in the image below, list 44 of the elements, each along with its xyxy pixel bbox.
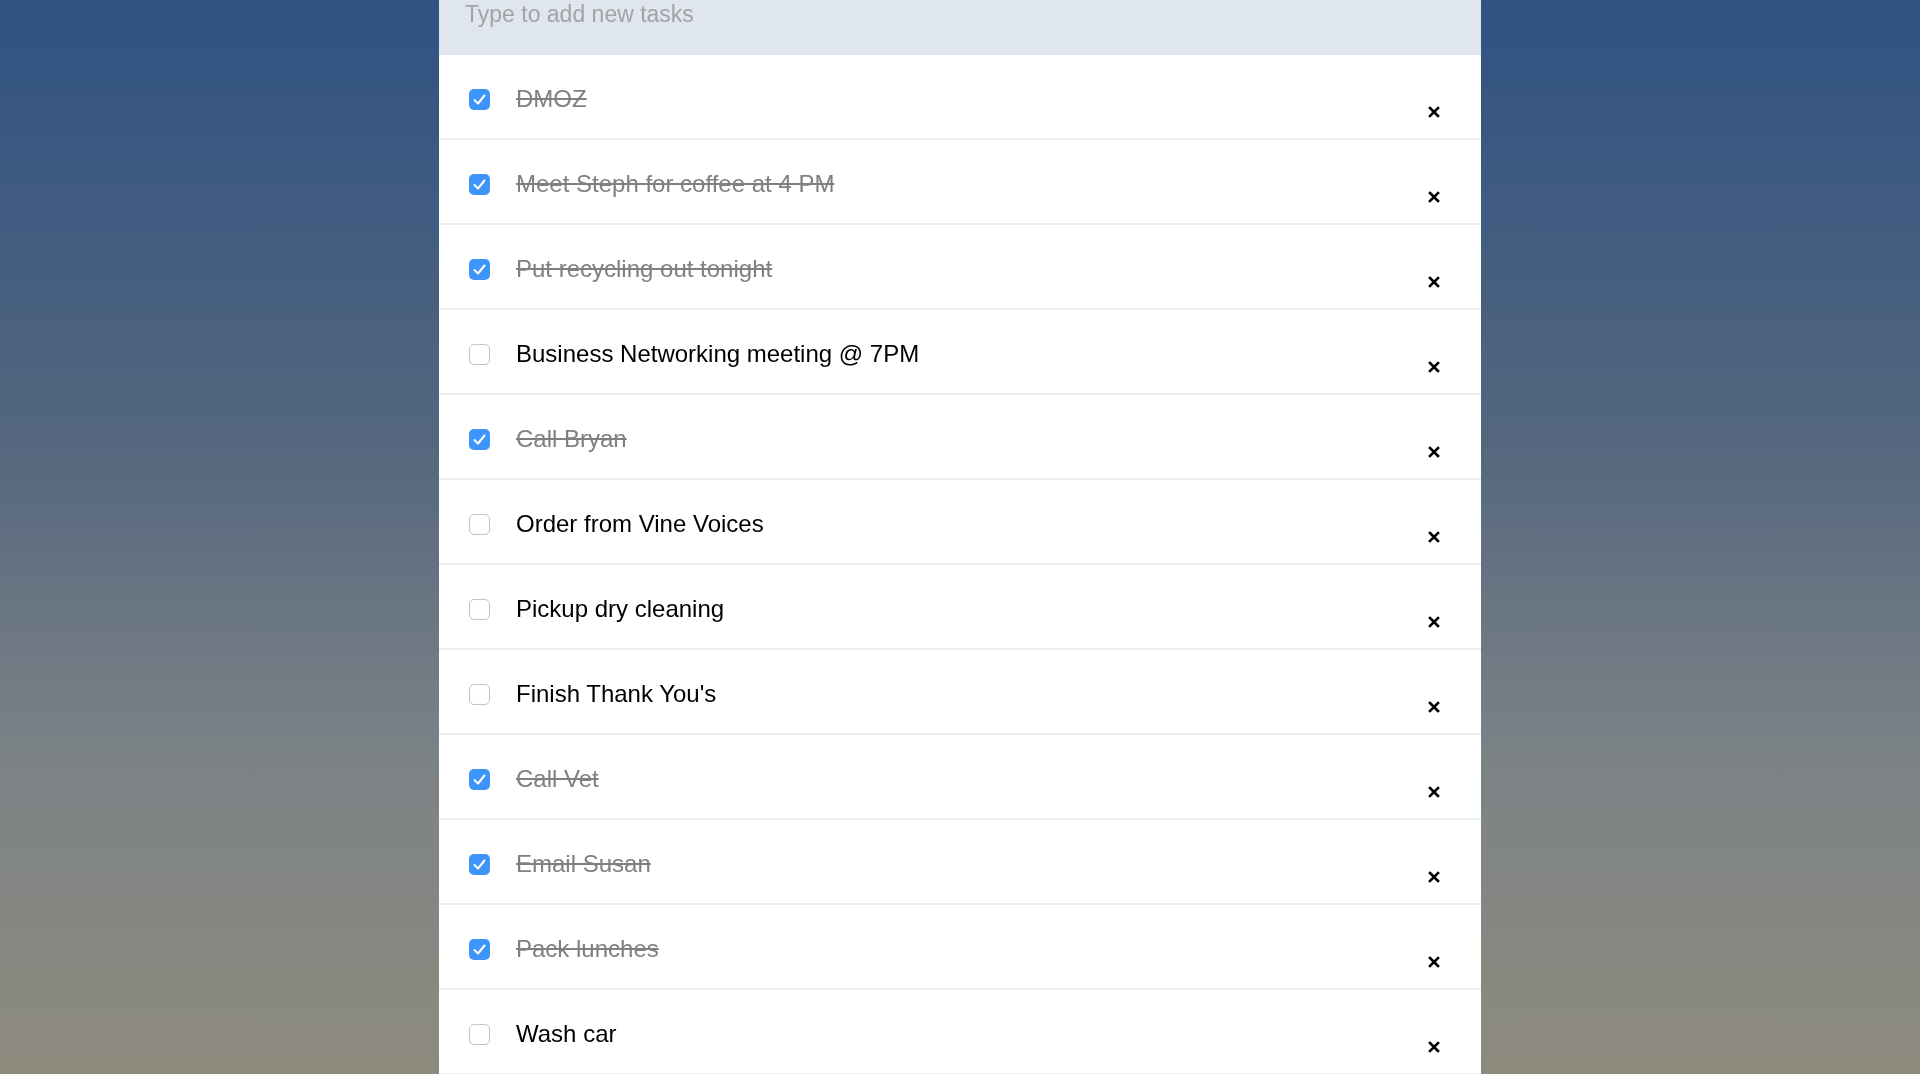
checkbox[interactable] [469, 939, 490, 960]
task-label: Order from Vine Voices [516, 510, 764, 538]
check-icon [473, 859, 486, 870]
checkbox[interactable] [469, 174, 490, 195]
task-label: Call Vet [516, 765, 599, 793]
task-label: Pickup dry cleaning [516, 595, 725, 623]
task-label: Pack lunches [516, 935, 659, 963]
task-label: Put recycling out tonight [516, 255, 773, 283]
new-task-field[interactable]: Type to add new tasks [439, 0, 1481, 55]
check-icon [473, 944, 486, 955]
checkbox[interactable] [469, 429, 490, 450]
delete-icon[interactable] [1428, 701, 1440, 713]
check-icon [473, 434, 486, 445]
checkbox[interactable] [469, 259, 490, 280]
delete-icon[interactable] [1428, 786, 1440, 798]
delete-icon[interactable] [1428, 531, 1440, 543]
checkbox[interactable] [469, 769, 490, 790]
checkbox[interactable] [469, 1024, 490, 1045]
delete-icon[interactable] [1428, 191, 1440, 203]
check-icon [473, 179, 486, 190]
checkbox[interactable] [469, 89, 490, 110]
task-label: Call Bryan [516, 425, 627, 453]
delete-icon[interactable] [1428, 106, 1440, 118]
delete-icon[interactable] [1428, 361, 1440, 373]
task-label: DMOZ [516, 85, 587, 113]
check-icon [473, 264, 486, 275]
task-label: Finish Thank You's [516, 680, 717, 708]
check-icon [473, 94, 486, 105]
delete-icon[interactable] [1428, 956, 1440, 968]
delete-icon[interactable] [1428, 1041, 1440, 1053]
delete-icon[interactable] [1428, 446, 1440, 458]
delete-icon[interactable] [1428, 871, 1440, 883]
checkbox[interactable] [469, 684, 490, 705]
task-label: Business Networking meeting @ 7PM [516, 340, 920, 368]
checkbox[interactable] [469, 599, 490, 620]
checkbox[interactable] [469, 854, 490, 875]
task-label: Wash car [516, 1020, 617, 1048]
delete-icon[interactable] [1428, 276, 1440, 288]
task-label: Meet Steph for coffee at 4 PM [516, 170, 835, 198]
checkbox[interactable] [469, 514, 490, 535]
delete-icon[interactable] [1428, 616, 1440, 628]
check-icon [473, 774, 486, 785]
checkbox[interactable] [469, 344, 490, 365]
task-label: Email Susan [516, 850, 651, 878]
